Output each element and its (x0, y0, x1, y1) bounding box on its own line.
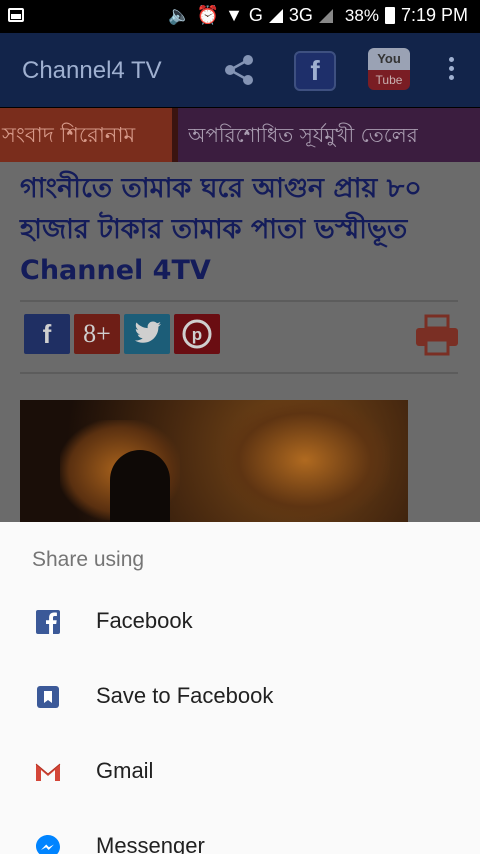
google-plus-share-button[interactable]: 8+ (74, 314, 120, 354)
article-headline: গাংনীতে তামাক ঘরে আগুন প্রায় ৮০ হাজার ট… (20, 173, 422, 286)
facebook-page-button[interactable]: f (294, 51, 336, 91)
app-title: Channel4 TV (22, 57, 162, 84)
share-sheet-heading: Share using (32, 548, 145, 571)
pinterest-share-button[interactable]: p (174, 314, 220, 354)
twitter-icon (134, 321, 161, 343)
wifi-icon: ▼ (225, 5, 243, 25)
battery-icon (384, 7, 395, 24)
share-option-gmail[interactable]: Gmail (0, 734, 480, 809)
news-ticker: সংবাদ শিরোনাম অপরিশোধিত সূর্যমুখী তেলের (0, 108, 480, 162)
overflow-menu-icon[interactable] (446, 57, 456, 85)
share-option-messenger[interactable]: Messenger (0, 809, 480, 854)
facebook-share-button[interactable]: f (24, 314, 70, 354)
youtube-label-bottom: Tube (368, 70, 410, 90)
network-g-label: G (248, 5, 263, 25)
signal-icon (268, 8, 283, 23)
share-option-label: Save to Facebook (96, 683, 274, 708)
facebook-icon (36, 610, 60, 634)
battery-percent: 38% (344, 5, 379, 25)
share-option-facebook[interactable]: Facebook (0, 584, 480, 659)
image-notification-icon (8, 8, 24, 22)
signal-icon-secondary (318, 8, 333, 23)
youtube-label-top: You (368, 48, 410, 70)
messenger-icon (36, 835, 60, 854)
share-option-label: Gmail (96, 758, 154, 783)
share-icon[interactable] (222, 53, 256, 87)
share-option-label: Facebook (96, 608, 193, 633)
bookmark-icon (37, 686, 59, 708)
youtube-button[interactable]: You Tube (368, 48, 410, 92)
volume-icon: 🔈 (168, 5, 191, 25)
twitter-share-button[interactable] (124, 314, 170, 354)
gmail-icon (35, 763, 61, 781)
share-sheet: Share using Facebook Save to Facebook Gm… (0, 522, 480, 854)
article: গাংনীতে তামাক ঘরে আগুন প্রায় ৮০ হাজার ট… (0, 162, 480, 522)
share-option-save-to-facebook[interactable]: Save to Facebook (0, 659, 480, 734)
alarm-icon: ⏰ (196, 5, 220, 25)
divider (20, 300, 458, 302)
pinterest-icon: p (182, 319, 212, 349)
divider (20, 372, 458, 374)
print-icon[interactable] (414, 314, 460, 356)
article-photo (20, 400, 408, 522)
share-option-label: Messenger (96, 833, 205, 854)
app-bar: Channel4 TV f You Tube (0, 33, 480, 107)
status-bar: 🔈 ⏰ ▼ G 3G 38% 7:19 PM (0, 0, 480, 33)
ticker-text[interactable]: অপরিশোধিত সূর্যমুখী তেলের (188, 108, 480, 162)
svg-text:p: p (192, 325, 202, 344)
status-icons: 🔈 ⏰ ▼ G 3G 38% 7:19 PM (168, 5, 468, 26)
social-share-bar: f 8+ p (24, 314, 220, 354)
clock: 7:19 PM (400, 5, 468, 25)
network-3g-label: 3G (288, 5, 313, 25)
ticker-label: সংবাদ শিরোনাম (0, 108, 178, 162)
